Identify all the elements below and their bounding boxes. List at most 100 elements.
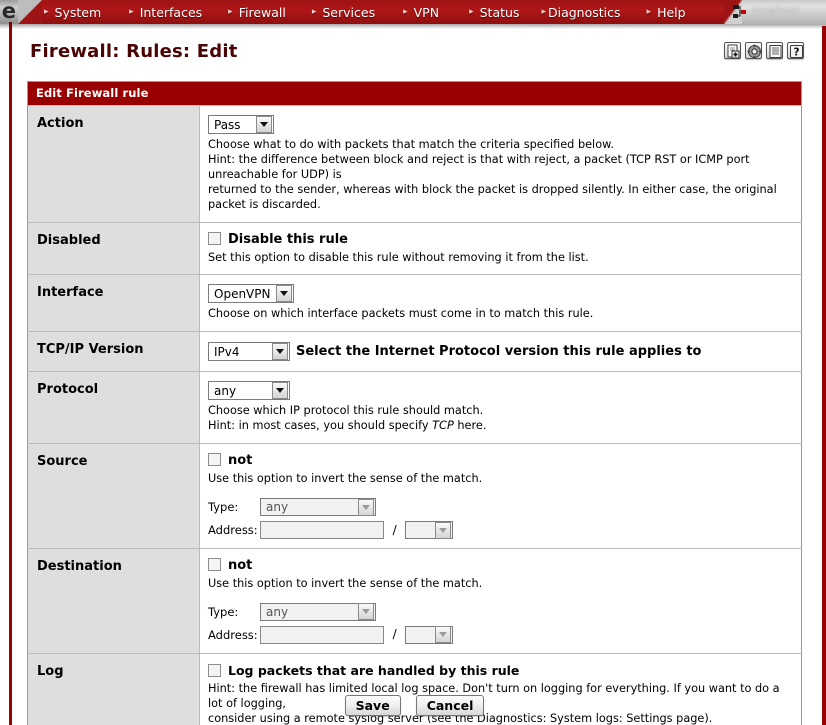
- nav-item-label: Help: [657, 4, 686, 20]
- protocol-hint-pre: Hint: in most cases, you should specify: [208, 419, 433, 433]
- field-disabled: Disable this rule Set this option to dis…: [199, 221, 802, 275]
- source-subfields: Type: any Address: /: [208, 498, 793, 540]
- interface-select[interactable]: OpenVPN: [208, 284, 294, 304]
- chevron-right-icon: ▸: [646, 6, 652, 17]
- chevron-right-icon: ▸: [469, 6, 474, 17]
- nav-item-vpn[interactable]: ▸ VPN: [403, 0, 439, 24]
- destination-mask-select[interactable]: [405, 625, 454, 644]
- destination-not-checkbox[interactable]: [208, 558, 221, 572]
- protocol-select[interactable]: any: [208, 381, 290, 401]
- browser-tab-strip: [736, 0, 826, 24]
- nav-item-label: Interfaces: [139, 4, 203, 20]
- protocol-hint-line1: Choose which IP protocol this rule shoul…: [208, 404, 484, 418]
- field-protocol: any Choose which IP protocol this rule s…: [199, 371, 802, 444]
- nav-item-status[interactable]: ▸ Status: [469, 0, 519, 24]
- destination-not-checkbox-line: not: [208, 558, 793, 573]
- header-icon-group: ?: [724, 42, 804, 59]
- left-rail: [9, 26, 12, 725]
- list-icon[interactable]: [766, 42, 783, 59]
- add-page-icon[interactable]: [724, 42, 741, 59]
- tcpip-version-select-value: IPv4: [214, 344, 240, 359]
- edit-firewall-rule-form: Edit Firewall rule Action Pass Choose wh…: [27, 81, 802, 725]
- page-title: Firewall: Rules: Edit: [30, 41, 238, 62]
- log-packets-checkbox[interactable]: [208, 663, 221, 677]
- source-not-hint: Use this option to invert the sense of t…: [208, 472, 483, 486]
- nav-item-label: Diagnostics: [547, 4, 621, 20]
- nav-item-interfaces[interactable]: ▸ Interfaces: [129, 0, 202, 24]
- nav-item-firewall[interactable]: ▸ Firewall: [228, 0, 286, 24]
- chevron-down-icon: [358, 498, 374, 516]
- source-not-checkbox-line: not: [208, 453, 793, 468]
- help-icon[interactable]: ?: [787, 42, 804, 59]
- logo-fragment: e: [1, 0, 16, 23]
- source-address-input[interactable]: [260, 521, 384, 540]
- section-header-row: Edit Firewall rule: [27, 81, 802, 106]
- field-tcpip-version: IPv4 Select the Internet Protocol versio…: [199, 331, 802, 372]
- protocol-hint: Choose which IP protocol this rule shoul…: [208, 404, 793, 434]
- form-actions: Save Cancel: [27, 695, 802, 716]
- pfsense-firewall-rule-edit-page: e ▸ System ▸ Interfaces ▸ Firewall ▸ Ser…: [0, 0, 826, 725]
- chevron-right-icon: ▸: [541, 6, 546, 17]
- label-disabled: Disabled: [27, 221, 200, 275]
- row-source: Source not Use this option to invert the…: [27, 443, 802, 549]
- nav-item-label: Services: [322, 4, 376, 20]
- protocol-select-value: any: [214, 383, 237, 398]
- nav-item-label: System: [54, 4, 102, 20]
- source-mask-select[interactable]: [405, 521, 454, 540]
- chevron-down-icon: [435, 626, 452, 644]
- chevron-down-icon: [435, 521, 452, 539]
- nav-item-system[interactable]: ▸ System: [44, 0, 101, 24]
- action-hint-line1: Choose what to do with packets that matc…: [208, 138, 614, 151]
- save-button[interactable]: Save: [344, 695, 401, 716]
- destination-slash: /: [392, 627, 397, 642]
- top-navigation-bar: e ▸ System ▸ Interfaces ▸ Firewall ▸ Ser…: [0, 0, 826, 24]
- source-type-label: Type:: [208, 500, 239, 515]
- label-action: Action: [27, 105, 200, 223]
- source-address-label: Address:: [208, 523, 258, 538]
- nav-item-services[interactable]: ▸ Services: [312, 0, 375, 24]
- interface-select-value: OpenVPN: [214, 286, 271, 301]
- source-type-select[interactable]: any: [260, 498, 376, 517]
- nav-item-diagnostics[interactable]: ▸ Diagnostics: [541, 0, 620, 24]
- log-packets-label: Log packets that are handled by this rul…: [228, 662, 520, 678]
- field-destination: not Use this option to invert the sense …: [199, 548, 802, 654]
- source-type-control: any: [260, 498, 793, 517]
- section-title: Edit Firewall rule: [27, 81, 802, 106]
- chevron-right-icon: ▸: [228, 6, 233, 17]
- destination-address-control: /: [260, 625, 793, 644]
- source-not-checkbox[interactable]: [208, 453, 221, 467]
- cancel-button[interactable]: Cancel: [415, 695, 485, 716]
- destination-address-label: Address:: [208, 627, 258, 642]
- protocol-hint-post: here.: [453, 419, 487, 433]
- disable-rule-checkbox[interactable]: [208, 231, 221, 245]
- destination-address-input[interactable]: [260, 625, 384, 644]
- right-rail: [822, 26, 826, 725]
- row-action: Action Pass Choose what to do with packe…: [27, 105, 802, 223]
- nav-item-label: VPN: [413, 4, 440, 20]
- tcpip-version-inline-text: Select the Internet Protocol version thi…: [296, 344, 702, 360]
- action-select[interactable]: Pass: [208, 115, 274, 134]
- gear-icon[interactable]: [745, 42, 762, 59]
- nav-item-help[interactable]: ▸ Help: [647, 0, 686, 24]
- chevron-right-icon: ▸: [311, 6, 317, 17]
- destination-type-label: Type:: [208, 604, 239, 619]
- label-destination: Destination: [27, 548, 200, 654]
- action-hint-line2: Hint: the difference between block and r…: [208, 152, 750, 181]
- label-protocol: Protocol: [27, 371, 200, 444]
- tcpip-version-select[interactable]: IPv4: [208, 342, 290, 362]
- chevron-down-icon: [272, 343, 288, 361]
- network-node-icon: [732, 4, 748, 20]
- destination-type-control: any: [260, 602, 793, 621]
- source-type-select-value: any: [266, 500, 289, 515]
- source-address-control: /: [260, 521, 793, 540]
- action-select-value: Pass: [214, 117, 241, 132]
- field-action: Pass Choose what to do with packets that…: [199, 105, 802, 223]
- nav-item-label: Status: [479, 4, 520, 20]
- destination-subfields: Type: any Address: /: [208, 602, 793, 644]
- destination-not-label: not: [228, 558, 253, 574]
- row-protocol: Protocol any Choose which IP protocol th…: [27, 371, 802, 444]
- destination-type-select[interactable]: any: [260, 602, 376, 621]
- label-tcpip-version: TCP/IP Version: [27, 331, 200, 372]
- disabled-hint: Set this option to disable this rule wit…: [208, 250, 589, 264]
- nav-shadow: [0, 24, 826, 29]
